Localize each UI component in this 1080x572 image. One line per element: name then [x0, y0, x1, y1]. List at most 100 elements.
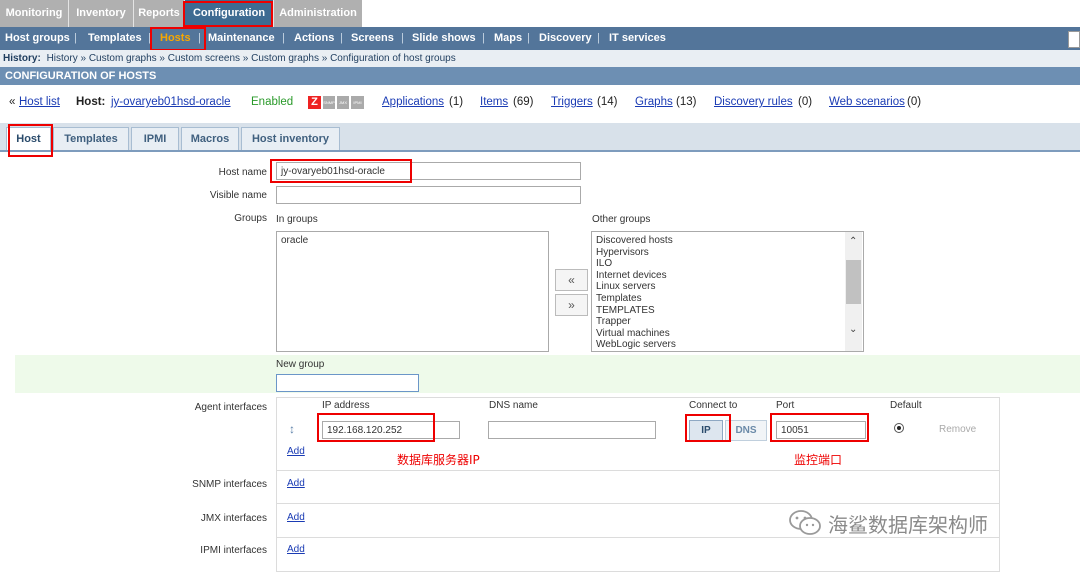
history-label: History:: [3, 53, 41, 64]
submenu-templates[interactable]: Templates: [88, 27, 142, 50]
add-jmx-interface-link[interactable]: Add: [287, 512, 305, 523]
divider: [276, 503, 1000, 504]
menu-administration[interactable]: Administration: [274, 0, 362, 27]
items-link[interactable]: Items: [480, 96, 508, 108]
scrollbar[interactable]: ⌃ ⌄: [845, 232, 862, 351]
watermark: 海鲨数据库架构师: [828, 513, 988, 537]
list-item[interactable]: Hypervisors: [592, 247, 863, 259]
history-link[interactable]: History: [47, 53, 78, 64]
col-ip-address: IP address: [322, 400, 370, 411]
graphs-link[interactable]: Graphs: [635, 96, 673, 108]
list-item[interactable]: oracle: [277, 235, 548, 247]
menu-monitoring[interactable]: Monitoring: [0, 0, 68, 27]
zabbix-agent-icon: Z: [308, 96, 321, 109]
ip-address-field[interactable]: 192.168.120.252: [322, 421, 460, 439]
host-name-link[interactable]: jy-ovaryeb01hsd-oracle: [111, 96, 231, 108]
dns-name-field[interactable]: [488, 421, 656, 439]
divider: [276, 470, 1000, 471]
discovery-rules-link[interactable]: Discovery rules: [714, 96, 793, 108]
in-groups-list[interactable]: oracle: [276, 231, 549, 352]
jmx-interfaces-label: JMX interfaces: [200, 513, 267, 524]
menu-inventory[interactable]: Inventory: [69, 0, 133, 27]
col-port: Port: [776, 400, 795, 411]
top-menu: Monitoring Inventory Reports Configurati…: [0, 0, 362, 28]
menu-reports[interactable]: Reports: [134, 0, 184, 27]
list-item[interactable]: Linux servers: [592, 281, 863, 293]
triggers-link[interactable]: Triggers: [551, 96, 593, 108]
list-item[interactable]: Trapper: [592, 316, 863, 328]
submenu-hosts[interactable]: Hosts: [160, 27, 191, 50]
submenu-screens[interactable]: Screens: [351, 27, 394, 50]
search-input[interactable]: [1068, 31, 1080, 48]
scroll-down-icon[interactable]: ⌄: [849, 324, 857, 335]
page-title: CONFIGURATION OF HOSTS: [0, 67, 1080, 85]
add-ipmi-interface-link[interactable]: Add: [287, 544, 305, 555]
host-label: Host:: [76, 96, 106, 108]
host-list-link[interactable]: Host list: [19, 96, 60, 108]
history-link[interactable]: Custom graphs: [89, 53, 157, 64]
port-annotation: 监控端口: [794, 453, 843, 467]
submenu-actions[interactable]: Actions: [294, 27, 334, 50]
in-groups-label: In groups: [276, 214, 318, 225]
history-link[interactable]: Custom graphs: [251, 53, 319, 64]
scrollbar-thumb[interactable]: [846, 260, 861, 304]
col-connect-to: Connect to: [689, 400, 738, 411]
submenu-slide-shows[interactable]: Slide shows: [412, 27, 476, 50]
port-field[interactable]: 10051: [776, 421, 866, 439]
visible-name-label: Visible name: [209, 190, 267, 201]
list-item[interactable]: WebLogic servers: [592, 339, 863, 351]
ipmi-icon: IPMI: [351, 96, 364, 109]
list-item[interactable]: Discovered hosts: [592, 235, 863, 247]
move-left-button[interactable]: «: [555, 269, 588, 291]
col-dns-name: DNS name: [489, 400, 538, 411]
scroll-up-icon[interactable]: ⌃: [849, 236, 857, 247]
drag-handle-icon[interactable]: ↕: [289, 422, 295, 436]
agent-interfaces-label: Agent interfaces: [194, 402, 267, 413]
jmx-icon: JMX: [337, 96, 349, 109]
submenu-it-services[interactable]: IT services: [609, 27, 666, 50]
other-groups-list[interactable]: Discovered hosts Hypervisors ILO Interne…: [591, 231, 864, 352]
tab-macros[interactable]: Macros: [181, 127, 239, 150]
remove-link[interactable]: Remove: [939, 424, 976, 435]
new-group-row: [15, 355, 1080, 393]
ip-annotation: 数据库服务器IP: [397, 453, 480, 467]
snmp-icon: SNMP: [323, 96, 335, 109]
add-agent-interface-link[interactable]: Add: [287, 446, 305, 457]
ipmi-interfaces-label: IPMI interfaces: [200, 545, 267, 556]
new-group-field[interactable]: [276, 374, 419, 392]
move-right-button[interactable]: »: [555, 294, 588, 316]
visible-name-field[interactable]: [276, 186, 581, 204]
applications-link[interactable]: Applications: [382, 96, 444, 108]
list-item[interactable]: ILO: [592, 258, 863, 270]
snmp-interfaces-label: SNMP interfaces: [192, 479, 267, 490]
submenu-discovery[interactable]: Discovery: [539, 27, 592, 50]
new-group-label: New group: [276, 359, 325, 370]
tab-templates[interactable]: Templates: [53, 127, 129, 150]
connect-dns-button[interactable]: DNS: [725, 420, 767, 441]
submenu-host-groups[interactable]: Host groups: [5, 27, 70, 50]
list-item[interactable]: TEMPLATES: [592, 305, 863, 317]
list-item[interactable]: Internet devices: [592, 270, 863, 282]
submenu-maps[interactable]: Maps: [494, 27, 522, 50]
list-item[interactable]: Virtual machines: [592, 328, 863, 340]
other-groups-label: Other groups: [592, 214, 651, 225]
groups-label: Groups: [234, 213, 267, 224]
list-item[interactable]: Templates: [592, 293, 863, 305]
submenu-maintenance[interactable]: Maintenance: [208, 27, 275, 50]
connect-ip-button[interactable]: IP: [689, 420, 723, 441]
tab-host-inventory[interactable]: Host inventory: [241, 127, 340, 150]
tab-ipmi[interactable]: IPMI: [131, 127, 179, 150]
sub-menu: Host groups | Templates | Hosts | Mainte…: [0, 27, 1080, 50]
history-link[interactable]: Configuration of host groups: [330, 53, 456, 64]
host-name-field[interactable]: jy-ovaryeb01hsd-oracle: [276, 162, 581, 180]
default-radio[interactable]: [894, 423, 904, 433]
history-bar: History: History » Custom graphs » Custo…: [0, 50, 1080, 67]
tab-host[interactable]: Host: [6, 127, 51, 150]
radio-dot-icon: [897, 426, 901, 430]
web-scenarios-link[interactable]: Web scenarios: [829, 96, 905, 108]
menu-configuration[interactable]: Configuration: [185, 0, 273, 27]
history-link[interactable]: Custom screens: [168, 53, 240, 64]
status-enabled[interactable]: Enabled: [251, 96, 293, 108]
wechat-icon: [788, 508, 822, 538]
add-snmp-interface-link[interactable]: Add: [287, 478, 305, 489]
